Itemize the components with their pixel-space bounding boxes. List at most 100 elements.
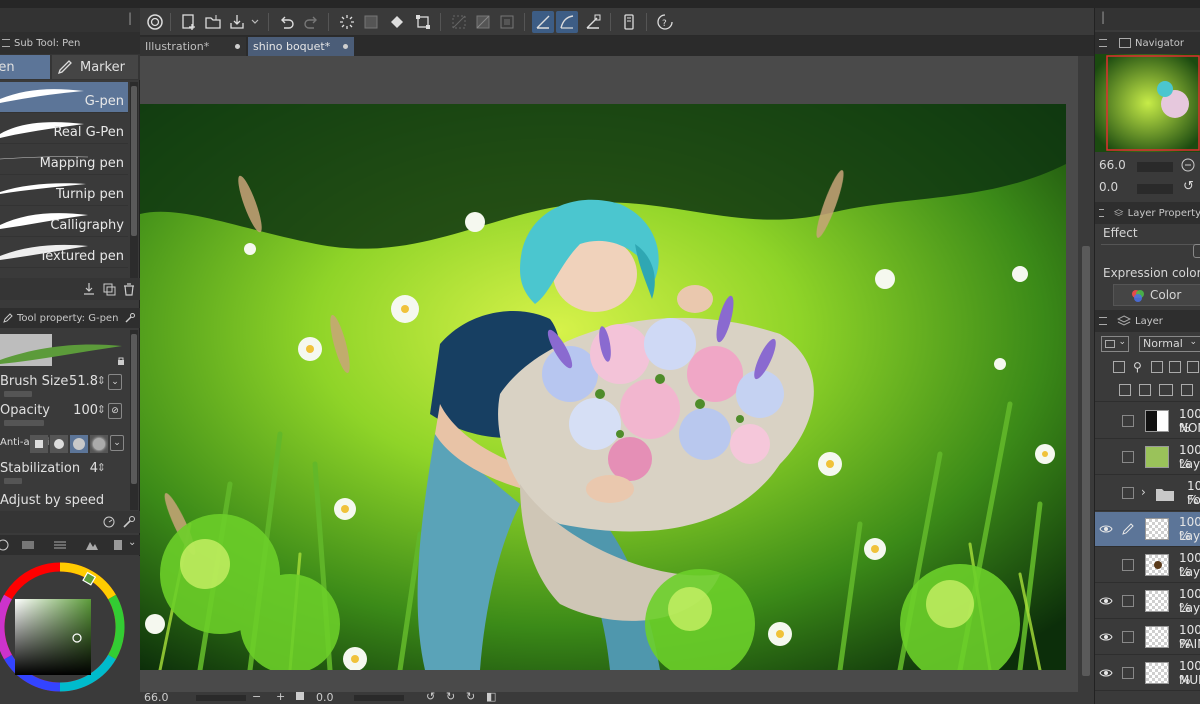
visibility-toggle[interactable] [1099, 558, 1113, 572]
brush-item-textured-pen[interactable]: Textured pen [0, 237, 128, 268]
layer-lock-toggle[interactable] [1122, 451, 1134, 463]
loading-icon[interactable] [336, 11, 358, 33]
color-wheel-tab-icon[interactable] [0, 538, 10, 552]
layer-row[interactable]: 100 % NONE [1095, 404, 1200, 439]
layer-lock-toggle[interactable] [1122, 667, 1134, 679]
transform-icon[interactable] [412, 11, 434, 33]
antialias-medium[interactable] [70, 435, 88, 453]
expression-color-button[interactable]: Color [1113, 284, 1200, 306]
save-icon[interactable] [226, 11, 248, 33]
visibility-toggle[interactable] [1099, 414, 1113, 428]
color-wheel[interactable] [0, 556, 130, 698]
tab-shino-boquet[interactable]: shino boquet* [248, 37, 354, 56]
eye-icon[interactable] [1099, 594, 1113, 608]
layer-row[interactable]: 100 % Layer [1095, 584, 1200, 619]
tab-illustration[interactable]: Illustration* [140, 37, 246, 56]
fit-icon[interactable] [296, 692, 304, 700]
visibility-toggle[interactable] [1099, 486, 1113, 500]
clear-selection-icon[interactable] [448, 11, 470, 33]
chevron-down-icon[interactable] [248, 11, 262, 33]
open-folder-icon[interactable] [202, 11, 224, 33]
layer-row[interactable]: 100 % MULTI [1095, 656, 1200, 691]
antialias-chevron-icon[interactable]: ⌄ [110, 435, 124, 451]
clip-icon[interactable] [1113, 361, 1125, 373]
lock-icon[interactable] [116, 356, 126, 366]
layer-lock-toggle[interactable] [1122, 595, 1134, 607]
layer-lock-toggle[interactable] [1122, 415, 1134, 427]
wrench-icon[interactable] [122, 515, 136, 529]
eye-icon[interactable] [1099, 522, 1113, 536]
download-icon[interactable] [82, 282, 96, 296]
transfer-layer-icon[interactable] [1181, 384, 1193, 396]
canvas-scrollbar-vertical[interactable] [1078, 56, 1094, 692]
navigator-zoom-slider[interactable] [1137, 162, 1173, 172]
undo-icon[interactable] [276, 11, 298, 33]
navigator-preview[interactable] [1095, 54, 1200, 152]
brush-item-mapping-pen[interactable]: Mapping pen [0, 144, 128, 175]
fill-icon[interactable] [386, 11, 408, 33]
stabilization-slider[interactable] [4, 478, 22, 484]
color-set-tab-icon[interactable] [52, 538, 68, 552]
flip-icon[interactable]: ◧ [486, 690, 496, 703]
effect-toggle[interactable] [1193, 244, 1200, 258]
snap-icon[interactable] [556, 11, 578, 33]
canvas-scroll-thumb[interactable] [1082, 246, 1090, 676]
redo-icon[interactable] [300, 11, 322, 33]
chevron-down-icon[interactable]: ⌄ [128, 537, 136, 548]
brush-size-toggle-icon[interactable]: ⌄ [108, 374, 122, 390]
lock-icon[interactable] [1169, 361, 1181, 373]
menu-icon[interactable] [1099, 39, 1107, 47]
settings-dial-icon[interactable] [102, 515, 116, 529]
rotate-right-icon[interactable]: ↻ [446, 690, 455, 703]
expression-color-select[interactable]: ⌄ [1101, 336, 1129, 352]
menu-icon[interactable] [1099, 317, 1107, 325]
smartphone-icon[interactable] [618, 11, 640, 33]
brush-item-g-pen[interactable]: G-pen [0, 82, 128, 113]
property-scrollbar[interactable] [130, 330, 138, 510]
eye-icon[interactable] [1099, 666, 1113, 680]
selection-icon[interactable] [360, 11, 382, 33]
antialias-strong[interactable] [90, 435, 108, 453]
duplicate-icon[interactable] [102, 282, 116, 296]
canvas-area[interactable] [140, 56, 1078, 692]
color-history-tab-icon[interactable] [84, 538, 100, 552]
eye-icon[interactable] [1099, 630, 1113, 644]
artwork-canvas[interactable] [140, 104, 1066, 670]
brush-item-turnip-pen[interactable]: Turnip pen [0, 175, 128, 206]
layer-lock-toggle[interactable] [1122, 631, 1134, 643]
ruler-icon[interactable] [532, 11, 554, 33]
menu-icon[interactable] [2, 39, 10, 47]
antialias-none[interactable] [30, 435, 48, 453]
navigator-rotation-slider[interactable] [1137, 184, 1173, 194]
angle-slider[interactable] [354, 695, 404, 701]
blend-mode-select[interactable]: Normal ⌄ [1139, 336, 1200, 352]
unsaved-dot-icon[interactable] [235, 44, 240, 49]
reset-rotation-icon[interactable]: ↻ [466, 690, 475, 703]
spin-icon[interactable]: ⇕ [97, 461, 106, 474]
draft-icon[interactable] [1151, 361, 1163, 373]
scroll-thumb[interactable] [131, 334, 137, 484]
new-file-icon[interactable] [178, 11, 200, 33]
spiral-logo-icon[interactable] [144, 11, 166, 33]
brush-item-calligraphy[interactable]: Calligraphy [0, 206, 128, 237]
visibility-toggle[interactable] [1099, 450, 1113, 464]
wrench-icon[interactable] [124, 312, 136, 324]
layer-row[interactable]: 100 % Layer [1095, 548, 1200, 583]
chevron-right-icon[interactable]: › [1141, 485, 1146, 499]
brush-item-real-g-pen[interactable]: Real G-Pen [0, 113, 128, 144]
help-icon[interactable]: ? [654, 11, 676, 33]
chevron-double-left-icon[interactable]: | [128, 11, 132, 25]
brush-list-scrollbar[interactable] [130, 82, 138, 278]
rotate-icon[interactable]: ↺ [1183, 179, 1194, 194]
new-raster-layer-icon[interactable] [1119, 384, 1131, 396]
rotate-left-icon[interactable]: ↺ [426, 690, 435, 703]
opacity-slider[interactable] [4, 420, 44, 426]
zoom-value[interactable]: 66.0 [144, 691, 169, 704]
layer-row[interactable]: 100 % Layer [1095, 440, 1200, 475]
expand-selection-icon[interactable] [496, 11, 518, 33]
opacity-toggle-icon[interactable]: ⊘ [108, 403, 122, 419]
layer-lock-toggle[interactable] [1122, 559, 1134, 571]
lock-transparency-icon[interactable] [1187, 361, 1199, 373]
brush-size-slider[interactable] [4, 391, 32, 397]
antialias-weak[interactable] [50, 435, 68, 453]
